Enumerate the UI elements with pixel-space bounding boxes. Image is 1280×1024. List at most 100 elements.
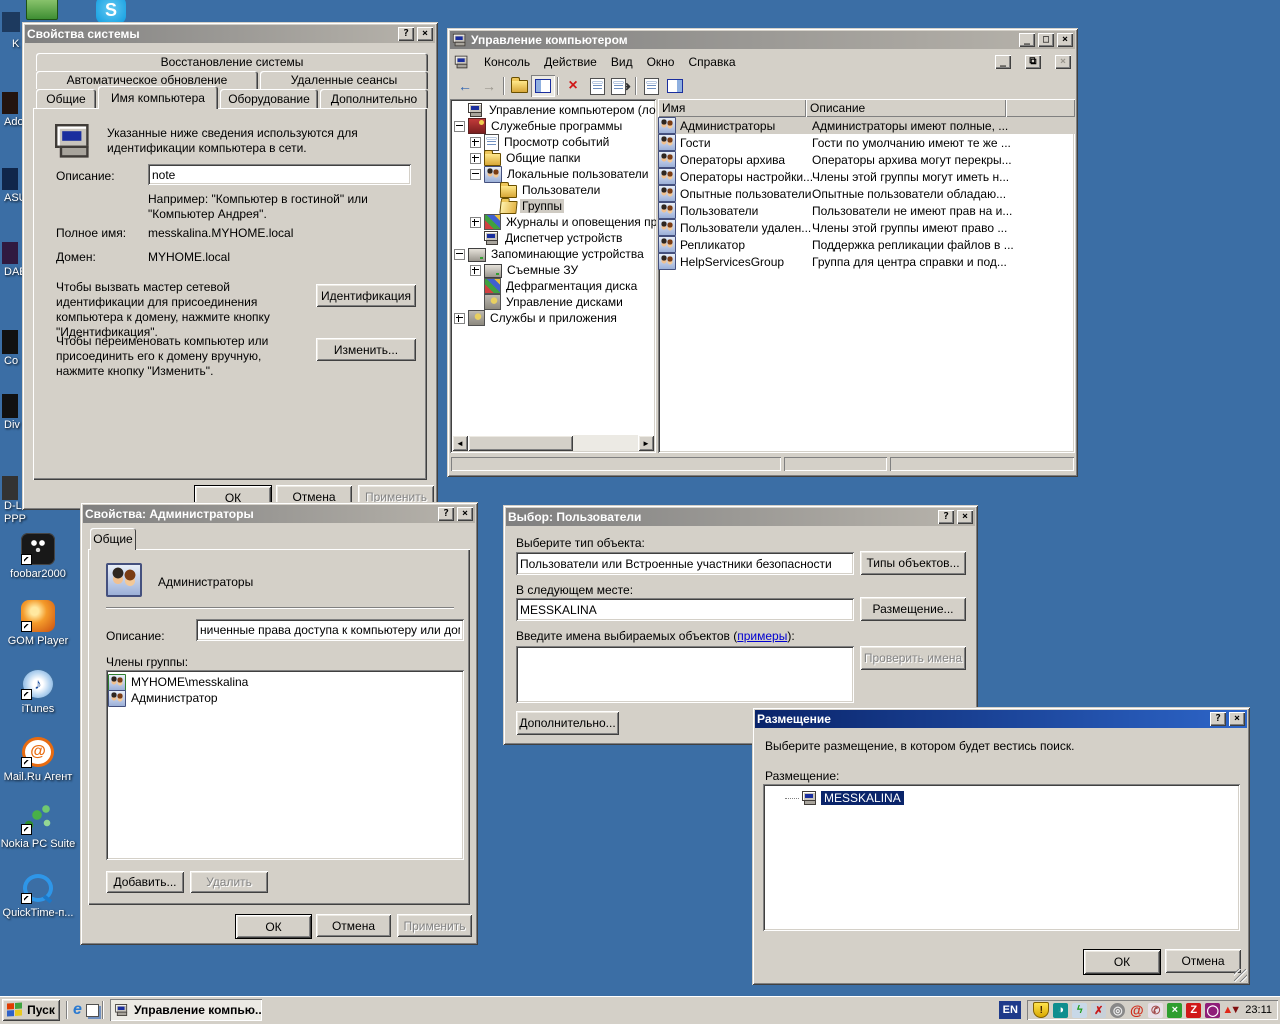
start-button[interactable]: Пуск [2,999,60,1021]
table-row[interactable]: HelpServicesGroupГруппа для центра справ… [658,253,1075,270]
security-shield-icon[interactable]: ! [1033,1002,1049,1018]
desktop-icon-sliver[interactable] [2,330,18,354]
cancel-button[interactable]: Отмена [316,914,391,937]
ok-button[interactable]: ОК [235,914,312,939]
location-field[interactable] [516,598,854,621]
desktop-icon-sliver[interactable] [2,168,18,190]
network-error-icon[interactable]: ✗ [1091,1003,1106,1018]
menu-view[interactable]: Вид [611,55,633,69]
menu-console[interactable]: Консоль [484,55,530,69]
traffic-arrows-icon[interactable]: ▲▼ [1224,1003,1239,1018]
tab-advanced[interactable]: Дополнительно [320,89,428,108]
add-button[interactable]: Добавить... [106,871,184,893]
tab-general[interactable]: Общие [90,528,136,550]
menu-help[interactable]: Справка [688,55,735,69]
tree-item-selected[interactable]: MESSKALINA [785,791,1240,805]
tree-item[interactable]: Общие папки [452,150,656,166]
close-button[interactable]: × [417,27,433,41]
location-button[interactable]: Размещение... [860,597,966,621]
tree-item-selected[interactable]: Группы [452,198,656,214]
desktop-icon-nokia-pc-suite[interactable]: Nokia PC Suite [0,803,76,850]
tree-item[interactable]: Просмотр событий [452,134,656,150]
desktop-icon-label[interactable]: Div [4,419,20,431]
desktop-icon-sliver[interactable] [2,12,20,32]
messenger-icon[interactable]: ◑ [1053,1003,1068,1018]
desktop-icon-foobar2000[interactable]: foobar2000 [0,533,76,580]
help-titlebar-button[interactable]: ? [938,510,954,524]
help-titlebar-button[interactable]: ? [1210,712,1226,726]
network-activity-icon[interactable]: ϟ [1072,1003,1087,1018]
check-names-button[interactable]: Проверить имена [860,646,966,670]
description-input[interactable] [196,619,464,641]
table-row[interactable]: Операторы архиваОператоры архива могут п… [658,151,1075,168]
desktop-icon-itunes[interactable]: ♪ iTunes [0,668,76,715]
expand-icon[interactable] [470,153,481,164]
table-row[interactable]: РепликаторПоддержка репликации файлов в … [658,236,1075,253]
tree-item[interactable]: Съемные ЗУ [452,262,656,278]
child-minimize-button[interactable]: _ [995,55,1011,69]
column-header-description[interactable]: Описание [806,99,1006,117]
show-console-tree-button[interactable] [531,75,555,97]
tab-system-restore[interactable]: Восстановление системы [36,53,428,71]
member-item[interactable]: Администратор [108,690,462,706]
up-one-level-button[interactable] [507,75,531,97]
advanced-button[interactable]: Дополнительно... [516,711,619,735]
purple-app-icon[interactable]: ◯ [1205,1003,1220,1018]
internet-explorer-icon[interactable]: e [70,1003,85,1018]
desktop-icon-sliver[interactable] [2,476,18,500]
administrators-properties-titlebar[interactable]: Свойства: Администраторы ? × [83,505,475,523]
tree-item[interactable]: Служебные программы [452,118,656,134]
ok-button[interactable]: ОК [1083,949,1161,975]
menu-action[interactable]: Действие [544,55,597,69]
expand-icon[interactable] [454,313,465,324]
expand-icon[interactable] [470,265,481,276]
tree-item[interactable]: Журналы и оповещения пр [452,214,656,230]
scroll-left-button[interactable]: ◄ [452,435,468,451]
desktop-icon-label[interactable]: Ado [4,116,24,128]
child-close-button[interactable]: × [1055,55,1071,69]
collapse-icon[interactable] [470,169,481,180]
remove-button[interactable]: Удалить [190,871,268,893]
close-button[interactable]: × [1057,33,1073,47]
tab-hardware[interactable]: Оборудование [220,89,318,108]
show-desktop-icon[interactable] [85,1003,100,1018]
lightning-app-icon[interactable]: Z [1186,1003,1201,1018]
desktop-icon-label[interactable]: Co [4,355,18,367]
object-types-button[interactable]: Типы объектов... [860,551,966,575]
table-row[interactable]: Операторы настройки...Члены этой группы … [658,168,1075,185]
resize-grip[interactable] [1234,969,1247,982]
names-textarea[interactable] [516,646,854,703]
desktop-icon-gom-player[interactable]: GOM Player [0,600,76,647]
tree-item[interactable]: Управление компьютером (локал [452,102,656,118]
forward-button[interactable]: → [477,75,501,97]
tab-computer-name[interactable]: Имя компьютера [98,86,218,109]
desktop-icon-label[interactable]: PPP [4,513,26,525]
tree-item[interactable]: Запоминающие устройства [452,246,656,262]
change-button[interactable]: Изменить... [316,338,416,361]
desktop-icon-quicktime[interactable]: QuickTime-п... [0,872,76,919]
help-titlebar-button[interactable]: ? [438,507,454,521]
export-list-button[interactable]: ➜ [609,75,633,97]
desktop-icon-sliver[interactable] [2,92,18,114]
phone-icon[interactable]: ✆ [1148,1003,1163,1018]
tree-item[interactable]: Дефрагментация диска [452,278,656,294]
maximize-button[interactable]: □ [1038,33,1054,47]
minimize-button[interactable]: _ [1019,33,1035,47]
skype-icon[interactable]: S [96,0,126,24]
tree-item[interactable]: Управление дисками [452,294,656,310]
close-button[interactable]: × [1229,712,1245,726]
member-item[interactable]: MYHOME\messkalina [108,674,462,690]
language-indicator[interactable]: EN [999,1001,1021,1019]
system-properties-titlebar[interactable]: Свойства системы ? × [25,25,435,43]
table-row[interactable]: Опытные пользователиОпытные пользователи… [658,185,1075,202]
examples-link[interactable]: примеры [737,629,787,643]
tree-item[interactable]: Локальные пользователи [452,166,656,182]
column-header-name[interactable]: Имя [658,99,806,117]
task-button-computer-management[interactable]: Управление компью... [110,999,262,1021]
green-folder-icon[interactable] [26,0,56,22]
properties-button[interactable] [585,75,609,97]
desktop-icon-mailru-agent[interactable]: @ Mail.Ru Агент [0,736,76,783]
child-restore-button[interactable]: ⧉ [1025,55,1041,69]
show-action-pane-button[interactable] [663,75,687,97]
mailru-agent-icon[interactable]: @ [1129,1003,1144,1018]
